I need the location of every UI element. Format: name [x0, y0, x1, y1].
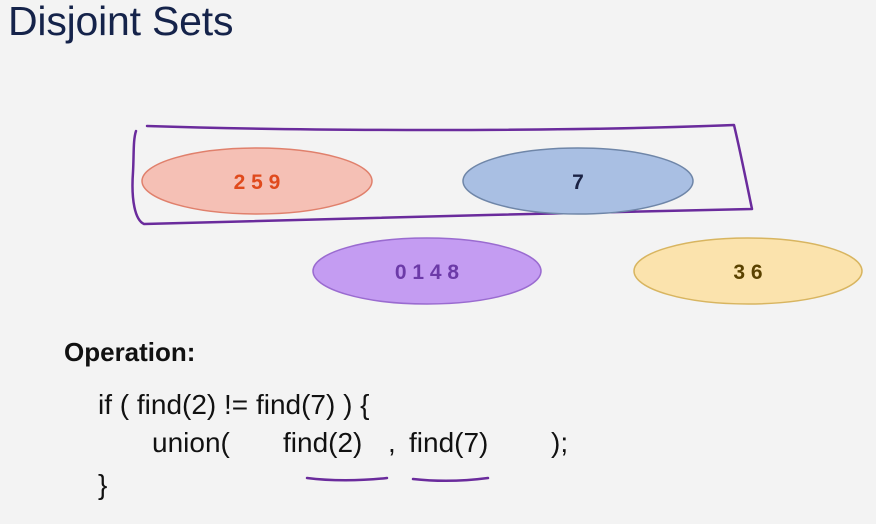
underline-find-7 [411, 476, 490, 483]
union-argument-find-2: find(2) [283, 427, 363, 458]
code-line-close-brace: } [98, 469, 108, 500]
set-label: 0 1 4 8 [395, 261, 460, 284]
union-call-close: ); [551, 427, 569, 458]
set-label: 2 5 9 [234, 171, 281, 194]
set-label: 3 6 [733, 261, 762, 284]
argument-separator: , [388, 427, 396, 458]
code-line-if: if ( find(2) != find(7) ) { [98, 389, 370, 420]
code-line-union-call: union( [152, 427, 230, 458]
union-argument-find-7: find(7) [409, 427, 489, 458]
set-label: 7 [572, 171, 584, 194]
underline-find-2 [305, 476, 389, 482]
slide: Disjoint Sets 2 5 9 7 0 1 4 8 3 6 Operat… [0, 0, 876, 524]
operation-heading: Operation: [64, 337, 196, 367]
